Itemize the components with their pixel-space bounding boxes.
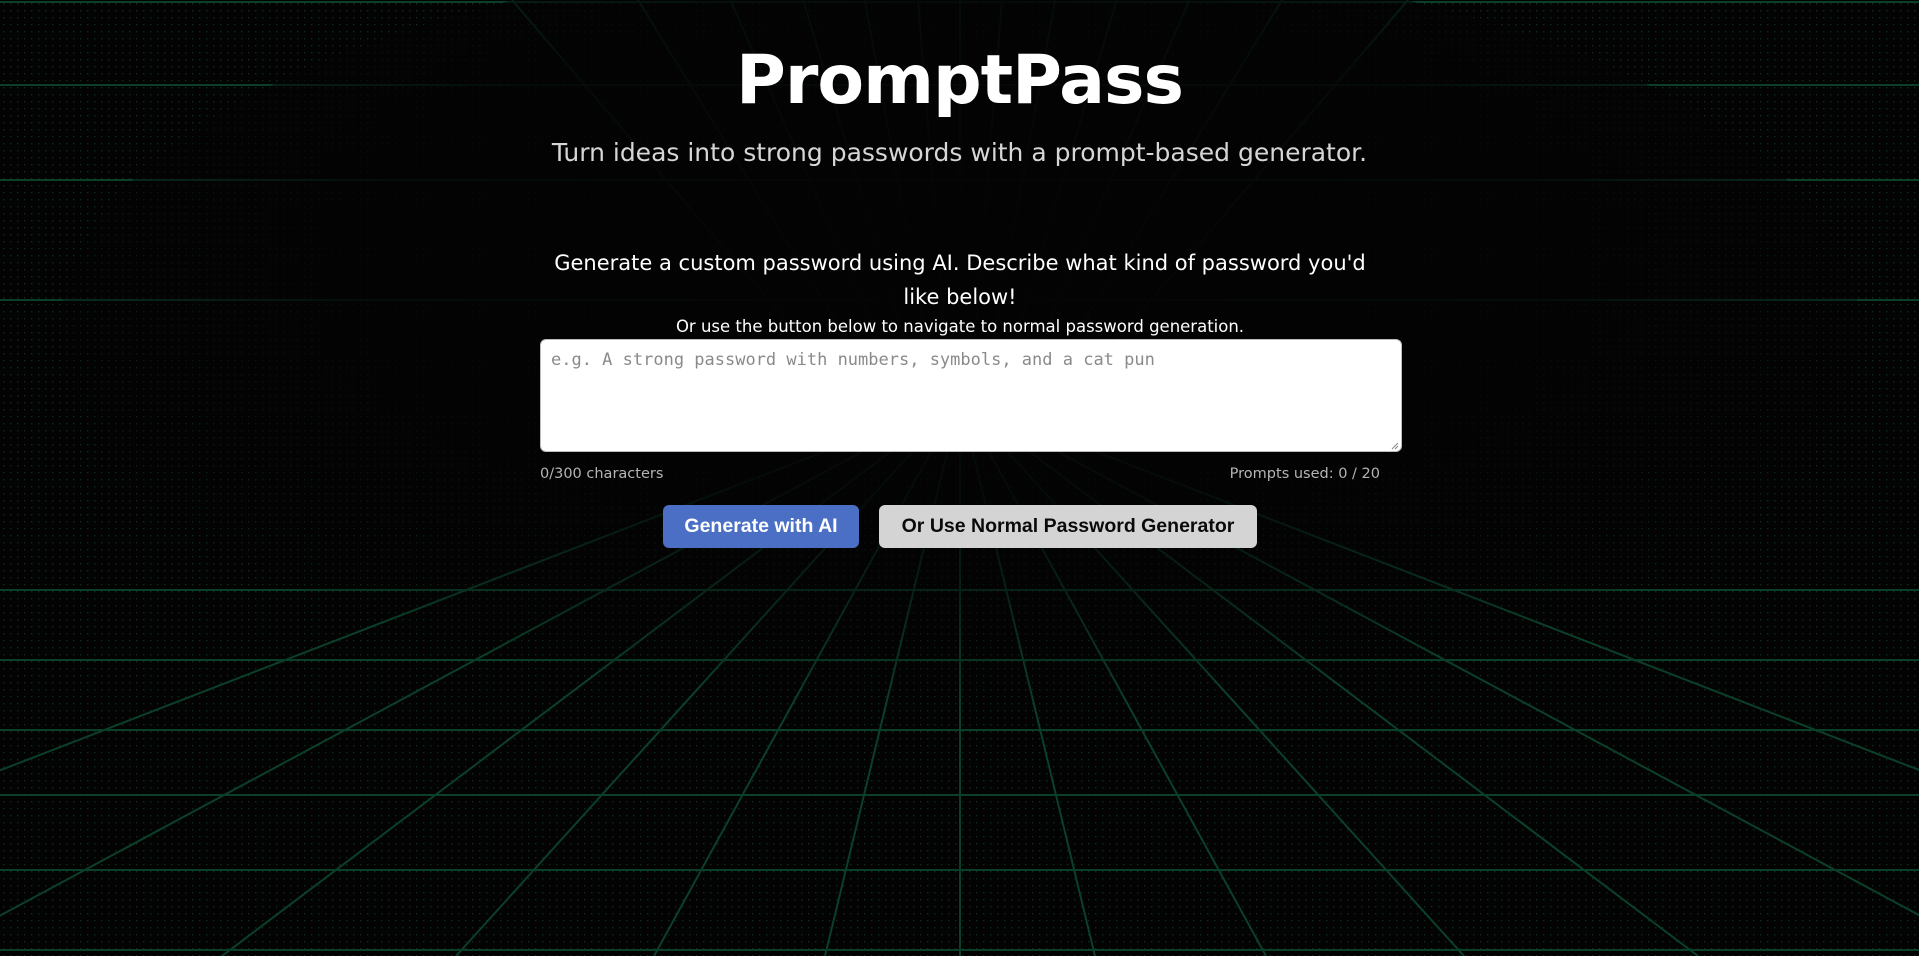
generator-panel: Generate a custom password using AI. Des…	[540, 246, 1402, 548]
page: PromptPass Turn ideas into strong passwo…	[0, 0, 1919, 956]
prompts-used-counter: Prompts used: 0 / 20	[1229, 466, 1380, 482]
prompt-input[interactable]	[540, 339, 1402, 452]
generate-with-ai-button[interactable]: Generate with AI	[663, 505, 859, 548]
instruction-text: Generate a custom password using AI. Des…	[554, 251, 1366, 309]
character-counter: 0/300 characters	[540, 466, 664, 482]
normal-generator-button[interactable]: Or Use Normal Password Generator	[879, 505, 1257, 548]
app-title: PromptPass	[736, 41, 1184, 120]
instruction-subtext: Or use the button below to navigate to n…	[675, 317, 1245, 336]
resize-grip-icon[interactable]	[1391, 442, 1399, 450]
app-subtitle: Turn ideas into strong passwords with a …	[551, 138, 1368, 167]
